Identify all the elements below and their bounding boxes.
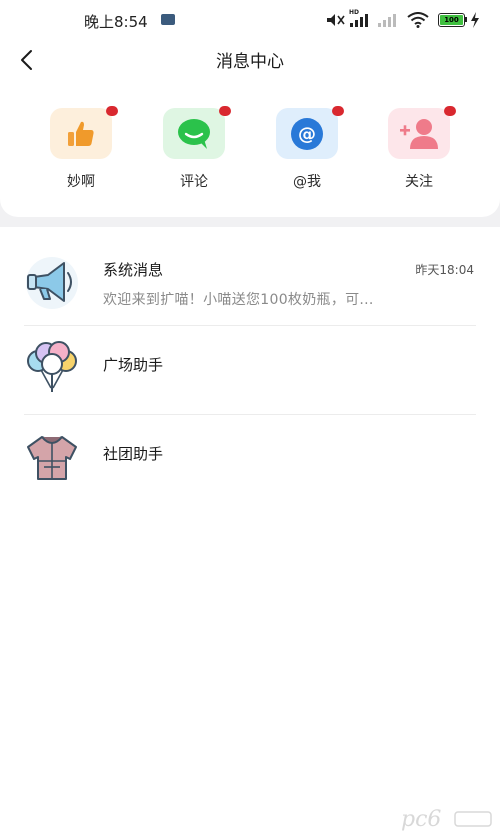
- at-sign-icon: @: [291, 118, 323, 150]
- message-row-club-assistant[interactable]: 社团助手: [0, 415, 500, 505]
- comments-tile: [163, 108, 225, 159]
- app-notification-icon: [161, 14, 175, 25]
- comments-label: 评论: [180, 174, 208, 190]
- quick-action-mentions[interactable]: @ @我: [276, 106, 344, 200]
- battery-icon: 100: [438, 13, 465, 27]
- quick-action-likes[interactable]: 妙啊: [50, 106, 118, 200]
- system-message-time: 昨天18:04: [415, 263, 474, 277]
- signal-icon: [350, 14, 368, 27]
- message-row-system[interactable]: 系统消息 昨天18:04 欢迎来到扩喵！小喵送您100枚奶瓶，可...: [0, 237, 500, 327]
- thumbs-up-icon: [68, 121, 94, 146]
- jacket-icon: [27, 436, 77, 480]
- mentions-badge-dot: [332, 106, 344, 116]
- likes-tile: [50, 108, 112, 159]
- follows-label: 关注: [405, 174, 433, 190]
- page-title: 消息中心: [216, 52, 284, 72]
- mentions-tile: @: [276, 108, 338, 159]
- add-user-icon: [400, 119, 438, 149]
- site-watermark-logo: pc6: [401, 807, 492, 832]
- likes-label: 妙啊: [67, 174, 95, 190]
- balloons-icon: [27, 341, 77, 392]
- mute-icon: [327, 14, 345, 26]
- system-message-preview: 欢迎来到扩喵！小喵送您100枚奶瓶，可...: [103, 292, 374, 308]
- comment-bubble-icon: [178, 119, 210, 149]
- mentions-label: @我: [293, 174, 321, 190]
- signal-secondary-icon: [378, 14, 396, 27]
- charging-icon: [471, 12, 479, 28]
- message-row-square-assistant[interactable]: 广场助手: [0, 326, 500, 416]
- wifi-icon: [407, 12, 429, 28]
- follows-badge-dot: [444, 106, 456, 116]
- status-time: 晚上8:54: [84, 13, 148, 31]
- quick-action-comments[interactable]: 评论: [163, 106, 231, 200]
- likes-badge-dot: [106, 106, 118, 116]
- battery-tip: [465, 17, 467, 22]
- message-list: 系统消息 昨天18:04 欢迎来到扩喵！小喵送您100枚奶瓶，可... 广场助手…: [0, 227, 500, 838]
- svg-text:@: @: [298, 124, 316, 145]
- follows-tile: [388, 108, 450, 159]
- club-assistant-title: 社团助手: [103, 445, 164, 463]
- system-message-title: 系统消息: [103, 261, 164, 279]
- megaphone-icon: [26, 257, 78, 309]
- battery-level: 100: [440, 15, 463, 25]
- svg-text:pc6: pc6: [401, 807, 441, 832]
- quick-action-follows[interactable]: 关注: [388, 106, 456, 200]
- square-assistant-title: 广场助手: [103, 356, 164, 374]
- comments-badge-dot: [219, 106, 231, 116]
- status-bar: 晚上8:54 HD 100: [0, 0, 500, 40]
